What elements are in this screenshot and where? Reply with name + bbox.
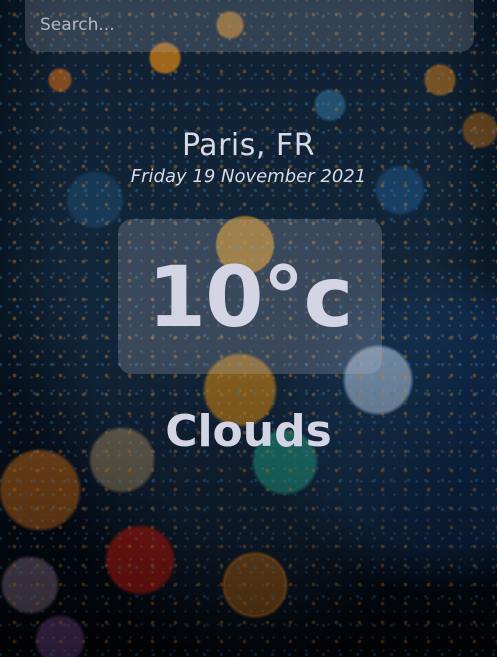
temperature-panel: 10°c — [118, 219, 382, 374]
location-block: Paris, FR Friday 19 November 2021 — [0, 128, 497, 188]
search-input[interactable] — [40, 14, 450, 36]
weather-condition: Clouds — [165, 406, 332, 457]
current-date: Friday 19 November 2021 — [130, 166, 367, 187]
search-bar — [25, 0, 474, 52]
temperature-value: 10°c — [147, 247, 354, 346]
city-name: Paris, FR — [181, 128, 316, 163]
main-content: Paris, FR Friday 19 November 2021 10°c C… — [0, 0, 497, 657]
weather-app: Paris, FR Friday 19 November 2021 10°c C… — [0, 0, 497, 657]
